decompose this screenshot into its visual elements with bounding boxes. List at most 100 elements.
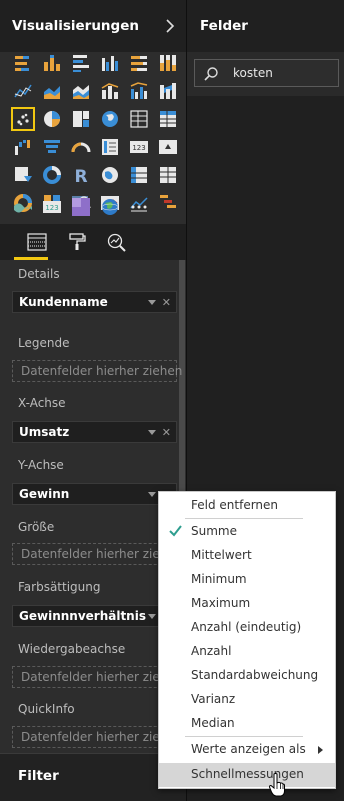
clustered-bar-icon[interactable] — [70, 52, 92, 74]
matrix-icon[interactable] — [157, 108, 179, 130]
stacked-bar-icon[interactable] — [12, 52, 34, 74]
menu-item-remove-field[interactable]: Feld entfernen — [159, 494, 335, 518]
menu-item-label: Mittelwert — [191, 548, 252, 562]
menu-item-minimum[interactable]: Minimum — [159, 568, 335, 592]
tab-fields-wells[interactable] — [18, 224, 58, 260]
gauge-icon[interactable] — [70, 136, 92, 158]
fields-grid-icon — [27, 233, 47, 251]
funnel-icon[interactable] — [41, 136, 63, 158]
details-field[interactable]: Kundenname ✕ — [12, 291, 177, 313]
menu-item-std-dev[interactable]: Standardabweichung — [159, 664, 335, 688]
multirow-card-icon[interactable] — [99, 136, 121, 158]
chevron-down-icon[interactable] — [148, 614, 156, 619]
r-visual-icon[interactable]: R — [70, 164, 92, 186]
play-axis-label: Wiedergabeachse — [18, 642, 126, 656]
search-input[interactable]: kosten — [233, 66, 273, 80]
area-icon[interactable] — [41, 80, 63, 102]
play-axis-drop-zone[interactable]: Datenfelder hierher ziehen — [12, 666, 182, 688]
globe-icon[interactable] — [99, 196, 121, 218]
menu-item-count[interactable]: Anzahl — [159, 640, 335, 664]
size-label: Größe — [18, 520, 55, 534]
tab-format[interactable] — [58, 224, 98, 260]
chevron-down-icon[interactable] — [148, 430, 156, 435]
chevron-down-icon[interactable] — [148, 492, 156, 497]
tooltip-drop-zone[interactable]: Datenfelder hierher ziehen — [12, 726, 182, 748]
fields-search[interactable]: kosten — [194, 59, 339, 87]
x-axis-label: X-Achse — [18, 396, 66, 410]
saturation-field[interactable]: Gewinnnverhältnis — [12, 605, 177, 627]
menu-item-label: Feld entfernen — [191, 498, 279, 512]
menu-item-maximum[interactable]: Maximum — [159, 592, 335, 616]
card-icon[interactable]: 123 — [128, 136, 150, 158]
menu-separator — [185, 736, 303, 737]
flow-icon[interactable] — [12, 196, 34, 218]
stacked-area-icon[interactable] — [70, 80, 92, 102]
y-axis-field[interactable]: Gewinn — [12, 483, 177, 505]
gantt-icon[interactable] — [157, 192, 179, 214]
menu-item-median[interactable]: Median — [159, 712, 335, 736]
close-icon[interactable]: ✕ — [162, 426, 171, 439]
menu-item-label: Anzahl — [191, 644, 232, 658]
ribbon-icon[interactable] — [157, 80, 179, 102]
saturation-label: Farbsättigung — [18, 580, 101, 594]
slicer-icon[interactable] — [12, 164, 34, 186]
svg-text:R: R — [74, 167, 87, 186]
menu-item-show-values-as[interactable]: Werte anzeigen als — [159, 738, 335, 762]
menu-item-variance[interactable]: Varianz — [159, 688, 335, 712]
menu-item-sum[interactable]: Summe — [159, 520, 335, 544]
pie-icon[interactable] — [41, 108, 63, 130]
more-icon[interactable] — [128, 196, 150, 218]
menu-item-label: Maximum — [191, 596, 251, 610]
matrix2-icon[interactable] — [128, 164, 150, 186]
100-bar-icon[interactable] — [128, 52, 150, 74]
analytics-magnifier-icon — [107, 233, 126, 252]
stacked-column-icon[interactable] — [41, 52, 63, 74]
svg-text:123: 123 — [45, 204, 58, 212]
y-axis-field-text: Gewinn — [19, 487, 70, 501]
pane-tabs — [0, 224, 186, 260]
menu-item-count-distinct[interactable]: Anzahl (eindeutig) — [159, 616, 335, 640]
filter-title: Filter — [18, 768, 59, 784]
legend-placeholder: Datenfelder hierher ziehen — [21, 364, 183, 378]
menu-item-label: Schnellmessungen — [191, 767, 304, 781]
donut-icon[interactable] — [41, 164, 63, 186]
visualizations-header: Visualisierungen — [0, 0, 186, 52]
x-axis-field-text: Umsatz — [19, 425, 70, 439]
menu-item-quick-measures[interactable]: Schnellmessungen — [159, 763, 335, 787]
legend-label: Legende — [18, 336, 70, 350]
fields-title: Felder — [200, 18, 248, 34]
waterfall-icon[interactable] — [12, 136, 34, 158]
100-column-icon[interactable] — [157, 52, 179, 74]
menu-item-label: Werte anzeigen als — [191, 742, 306, 756]
tooltip-label: QuickInfo — [18, 702, 75, 716]
tab-analytics[interactable] — [98, 224, 138, 260]
hand-cursor-icon — [268, 773, 285, 797]
menu-item-label: Varianz — [191, 692, 236, 706]
legend-drop-zone[interactable]: Datenfelder hierher ziehen — [12, 360, 182, 382]
menu-item-label: Standardabweichung — [191, 668, 319, 682]
line-clustered-column-icon[interactable] — [128, 80, 150, 102]
line-icon[interactable] — [12, 80, 34, 102]
treemap-icon[interactable] — [70, 108, 92, 130]
menu-item-label: Median — [191, 716, 235, 730]
line-column-icon[interactable] — [99, 80, 121, 102]
close-icon[interactable]: ✕ — [162, 296, 171, 309]
svg-text:123: 123 — [132, 144, 145, 152]
menu-item-average[interactable]: Mittelwert — [159, 544, 335, 568]
filled-map-icon[interactable] — [99, 164, 121, 186]
chevron-down-icon[interactable] — [148, 300, 156, 305]
map-icon[interactable] — [99, 108, 121, 130]
clustered-column-icon[interactable] — [99, 52, 121, 74]
menu-item-label: Minimum — [191, 572, 247, 586]
menu-item-label: Summe — [191, 524, 237, 538]
collapse-chevron-icon[interactable] — [163, 16, 177, 36]
size-drop-zone[interactable]: Datenfelder hierher ziehen — [12, 543, 182, 565]
check-icon — [169, 525, 182, 537]
table-icon[interactable] — [128, 108, 150, 130]
table2-icon[interactable] — [157, 164, 179, 186]
scatter-icon[interactable] — [11, 107, 35, 131]
card-123-icon[interactable]: 123 — [41, 196, 63, 218]
kpi-icon[interactable] — [157, 136, 179, 158]
x-axis-field[interactable]: Umsatz ✕ — [12, 421, 177, 443]
purple-tile-icon[interactable] — [70, 196, 92, 218]
